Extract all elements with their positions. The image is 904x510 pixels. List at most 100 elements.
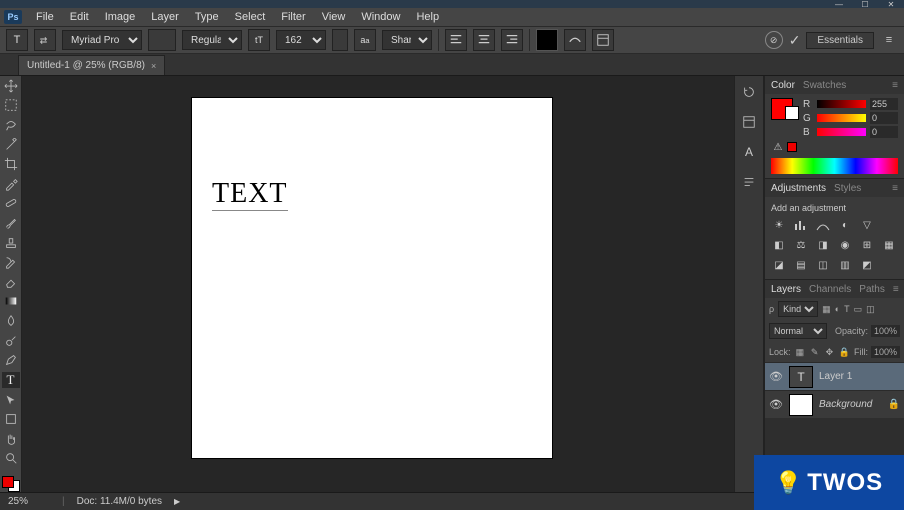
zoom-tool[interactable] [2, 451, 20, 467]
exposure-button[interactable]: ◐ [837, 218, 853, 232]
styles-tab[interactable]: Styles [834, 183, 861, 194]
fill-value[interactable]: 100% [871, 346, 900, 358]
r-slider[interactable] [817, 100, 866, 108]
hue-sat-button[interactable]: ◧ [771, 238, 787, 252]
menu-filter[interactable]: Filter [273, 11, 313, 23]
visibility-toggle[interactable]: 👁 [769, 370, 783, 383]
foreground-swatch[interactable] [2, 476, 14, 488]
b-slider[interactable] [817, 128, 866, 136]
bw-button[interactable]: ◨ [815, 238, 831, 252]
font-size-dropdown-button[interactable] [332, 29, 348, 51]
cancel-edits-button[interactable]: ⊘ [765, 31, 783, 49]
b-value[interactable]: 0 [870, 126, 898, 138]
maximize-button[interactable]: ☐ [858, 1, 872, 7]
threshold-button[interactable]: ◫ [815, 258, 831, 272]
layer-name[interactable]: Background [819, 399, 872, 410]
menu-edit[interactable]: Edit [62, 11, 97, 23]
commit-edits-button[interactable]: ✓ [789, 32, 801, 49]
healing-tool[interactable] [2, 196, 20, 212]
color-spectrum[interactable] [771, 158, 898, 174]
minimize-button[interactable]: — [832, 1, 846, 7]
canvas-area[interactable]: TEXT [22, 76, 734, 492]
workspace-switcher[interactable]: Essentials [806, 32, 874, 49]
warp-text-button[interactable] [564, 29, 586, 51]
stamp-tool[interactable] [2, 235, 20, 251]
font-size-select[interactable]: 162 pt [276, 30, 326, 50]
channel-mixer-button[interactable]: ⊞ [859, 238, 875, 252]
r-value[interactable]: 255 [870, 98, 898, 110]
color-lookup-button[interactable]: ▦ [881, 238, 897, 252]
g-value[interactable]: 0 [870, 112, 898, 124]
color-tab[interactable]: Color [771, 80, 795, 91]
visibility-toggle[interactable]: 👁 [769, 398, 783, 411]
filter-pixel-icon[interactable]: ▦ [822, 304, 831, 315]
properties-panel-icon-button[interactable] [739, 112, 759, 132]
gradient-tool[interactable] [2, 294, 20, 310]
paths-tab[interactable]: Paths [859, 284, 885, 295]
text-color-swatch[interactable] [536, 29, 558, 51]
channels-tab[interactable]: Channels [809, 284, 851, 295]
filter-kind-select[interactable]: Kind [778, 301, 818, 317]
menu-select[interactable]: Select [227, 11, 274, 23]
text-layer-content[interactable]: TEXT [212, 178, 288, 211]
history-brush-tool[interactable] [2, 254, 20, 270]
marquee-tool[interactable] [2, 98, 20, 114]
lock-all-button[interactable]: 🔒 [839, 345, 850, 359]
lock-image-button[interactable]: ✎ [809, 345, 820, 359]
layer-thumbnail[interactable]: T [789, 366, 813, 388]
brush-tool[interactable] [2, 215, 20, 231]
doc-info[interactable]: Doc: 11.4M/0 bytes [77, 496, 162, 507]
layer-name[interactable]: Layer 1 [819, 371, 852, 382]
menu-file[interactable]: File [28, 11, 62, 23]
filter-type-icon[interactable]: T [844, 304, 850, 314]
layer-row-layer1[interactable]: 👁 T Layer 1 [765, 362, 904, 390]
character-panel-button[interactable] [592, 29, 614, 51]
type-tool[interactable]: T [2, 372, 20, 388]
g-slider[interactable] [817, 114, 866, 122]
menu-help[interactable]: Help [408, 11, 447, 23]
color-swatches[interactable] [2, 476, 20, 492]
vibrance-button[interactable]: ▽ [859, 218, 875, 232]
eyedropper-tool[interactable] [2, 176, 20, 192]
doc-info-dropdown[interactable]: ▶ [174, 497, 180, 506]
document-tab[interactable]: Untitled-1 @ 25% (RGB/8) × [18, 55, 165, 75]
move-tool[interactable] [2, 78, 20, 94]
panel-menu-button[interactable]: ≡ [892, 183, 898, 194]
lock-position-button[interactable]: ✥ [824, 345, 835, 359]
menu-layer[interactable]: Layer [143, 11, 187, 23]
toggle-orientation-button[interactable]: ⇄ [34, 29, 56, 51]
blend-mode-select[interactable]: Normal [769, 323, 827, 339]
panel-background-swatch[interactable] [785, 106, 799, 120]
gradient-map-button[interactable]: ▥ [837, 258, 853, 272]
filter-smart-icon[interactable]: ◫ [866, 304, 875, 315]
hand-tool[interactable] [2, 431, 20, 447]
blur-tool[interactable] [2, 313, 20, 329]
lasso-tool[interactable] [2, 117, 20, 133]
gamut-swatch[interactable] [787, 142, 797, 152]
dodge-tool[interactable] [2, 333, 20, 349]
align-left-button[interactable] [445, 29, 467, 51]
adjustments-tab[interactable]: Adjustments [771, 183, 826, 194]
character-panel-icon-button[interactable]: A [739, 142, 759, 162]
panel-menu-button[interactable]: ≡ [893, 284, 899, 295]
align-right-button[interactable] [501, 29, 523, 51]
tab-close-button[interactable]: × [151, 61, 156, 71]
layers-tab[interactable]: Layers [771, 284, 801, 295]
filter-adj-icon[interactable]: ◐ [835, 304, 840, 314]
shape-tool[interactable] [2, 412, 20, 428]
menu-window[interactable]: Window [353, 11, 408, 23]
antialias-select[interactable]: Sharp [382, 30, 432, 50]
layer-row-background[interactable]: 👁 Background 🔒 [765, 390, 904, 418]
invert-button[interactable]: ◪ [771, 258, 787, 272]
history-panel-icon-button[interactable] [739, 82, 759, 102]
document-canvas[interactable]: TEXT [192, 98, 552, 458]
path-select-tool[interactable] [2, 392, 20, 408]
pen-tool[interactable] [2, 352, 20, 368]
menu-view[interactable]: View [314, 11, 354, 23]
font-family-dropdown-button[interactable] [148, 29, 176, 51]
eraser-tool[interactable] [2, 274, 20, 290]
swatches-tab[interactable]: Swatches [803, 80, 846, 91]
tool-preset-button[interactable]: T [6, 29, 28, 51]
paragraph-panel-icon-button[interactable] [739, 172, 759, 192]
curves-button[interactable] [815, 218, 831, 232]
